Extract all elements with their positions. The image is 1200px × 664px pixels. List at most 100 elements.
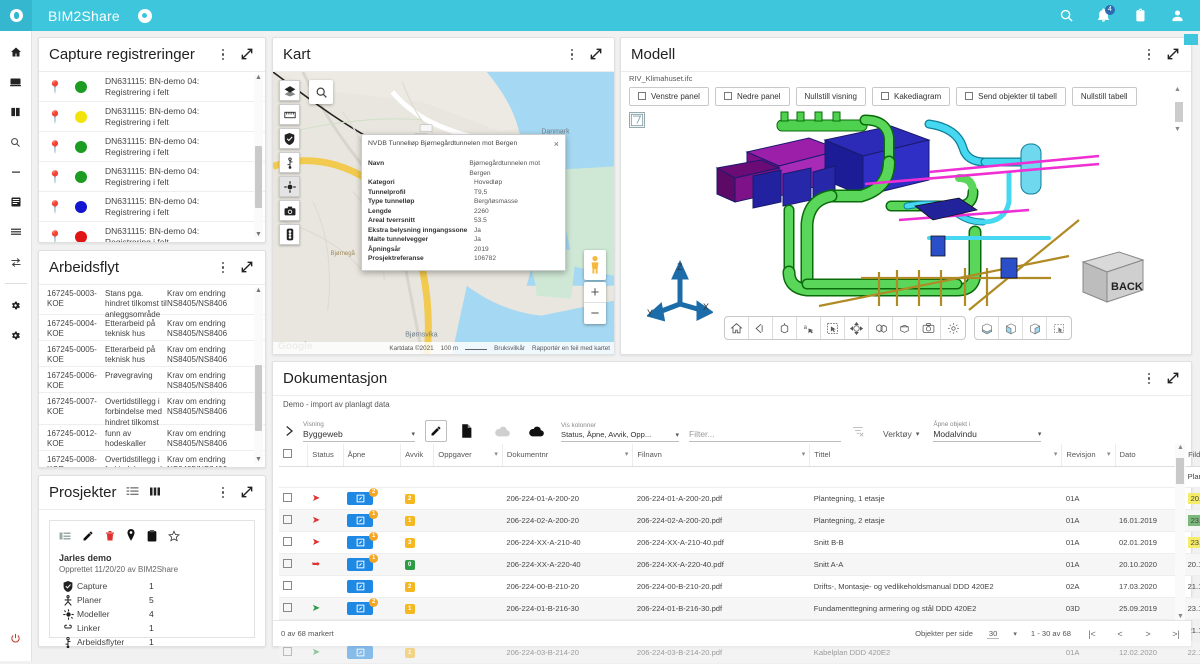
chevron-down-icon[interactable]: ▾ [1038, 430, 1042, 438]
table-row[interactable]: 167245-0004-KOE Etterarbeid på teknisk h… [39, 315, 265, 341]
row-checkbox-cell[interactable] [279, 531, 308, 554]
project-stat-modeller[interactable]: Modeller 4 [59, 607, 245, 621]
select-all-header[interactable] [279, 444, 309, 467]
camera-icon[interactable] [279, 200, 300, 221]
scroll-down-arrow[interactable]: ▼ [1174, 126, 1181, 133]
row-checkbox-cell[interactable] [279, 597, 308, 620]
first-page-button[interactable]: |< [1085, 629, 1099, 639]
chevron-down-icon[interactable]: ▾ [916, 430, 920, 438]
model-icon[interactable] [279, 176, 300, 197]
table-row[interactable]: ➤ 1 1 206-224-02-A-200-20 206-224-02-A-2… [279, 509, 1200, 532]
send-objekter-til-tabell-button[interactable]: Send objekter til tabell [956, 86, 1066, 106]
account-icon[interactable] [1169, 7, 1186, 24]
row-open-cell[interactable] [343, 575, 401, 598]
chevron-down-icon[interactable]: ▾ [625, 450, 629, 458]
document-button[interactable] [455, 420, 477, 442]
apne-objekt-select[interactable]: Åpne objekt i Modalvindu ▾ [933, 421, 1042, 442]
checkbox[interactable] [283, 602, 292, 612]
more-options-icon[interactable] [216, 260, 230, 276]
checkbox[interactable] [283, 492, 292, 502]
expand-icon[interactable] [240, 485, 255, 500]
nedre-panel-button[interactable]: Nedre panel [714, 86, 790, 106]
row-checkbox-cell[interactable] [279, 553, 308, 576]
row-open-cell[interactable]: 2 [343, 487, 401, 510]
open-button[interactable]: 1 [347, 509, 379, 527]
select-icon[interactable] [821, 317, 845, 339]
checkbox[interactable] [283, 580, 292, 590]
explode-icon[interactable] [869, 317, 893, 339]
more-options-icon[interactable] [1142, 47, 1156, 63]
row-open-cell[interactable]: 1 [343, 509, 401, 532]
right-panel-toggle[interactable] [1184, 34, 1198, 45]
per-page-value[interactable]: 30 [986, 629, 1000, 639]
scroll-down-arrow[interactable]: ▼ [1177, 613, 1184, 620]
checkbox[interactable] [283, 646, 292, 656]
open-button[interactable]: 2 [347, 487, 379, 505]
capture-list[interactable]: 📍 DN631115: BN-demo 04: Registrering i fe… [39, 72, 265, 242]
chevron-right-icon[interactable] [279, 420, 299, 442]
chevron-down-icon[interactable]: ▾ [1013, 630, 1017, 638]
shield-icon[interactable] [279, 128, 300, 149]
expand-icon[interactable] [240, 260, 255, 275]
venstre-panel-button[interactable]: Venstre panel [629, 86, 709, 106]
nullstill-tabell-button[interactable]: Nullstill tabell [1071, 86, 1137, 106]
expand-icon[interactable] [1166, 371, 1181, 386]
col-apne[interactable]: Åpne [343, 444, 402, 467]
table-row[interactable]: ➥ 1 0 206-224-XX-A-220-40 206-224-XX-A-2… [279, 553, 1200, 576]
delete-icon[interactable] [105, 530, 115, 545]
capture-scrollbar[interactable]: ▲ ▼ [254, 74, 263, 238]
table-row[interactable]: 167245-0006-KOE Prøvegraving Krav om end… [39, 367, 265, 393]
close-icon[interactable]: × [554, 140, 559, 149]
more-options-icon[interactable] [216, 47, 230, 63]
row-checkbox-cell[interactable] [279, 487, 308, 510]
list-item[interactable]: 📍 DN631115: BN-demo 04: Registrering i fe… [39, 162, 265, 192]
chevron-down-icon[interactable]: ▾ [411, 430, 415, 438]
project-stat-capture[interactable]: Capture 1 [59, 579, 245, 593]
checkbox[interactable] [881, 92, 889, 100]
location-icon[interactable] [126, 529, 136, 545]
col-fildato[interactable]: Fildato▾ [1183, 444, 1200, 467]
row-open-cell[interactable]: 1 [343, 553, 401, 576]
col-oppgaver[interactable]: Oppgaver ▾ [433, 444, 503, 467]
clipboard-icon[interactable] [147, 529, 157, 545]
sidebar-item-transfer[interactable] [0, 247, 32, 277]
col-dokumentnr[interactable]: Dokumentnr ▾ [502, 444, 634, 467]
project-stat-arbeidsflyter[interactable]: Arbeidsflyter 1 [59, 635, 245, 649]
table-row[interactable]: ➤ 2 2 206-224-01-A-200-20 206-224-01-A-2… [279, 487, 1200, 510]
list-item[interactable]: 📍 DN631115: BN-demo 04: Registrering i fe… [39, 72, 265, 102]
project-stat-linker[interactable]: Linker 1 [59, 621, 245, 635]
open-button[interactable]: 1 [347, 553, 379, 571]
sidebar-item-minus[interactable] [0, 157, 32, 187]
more-options-icon[interactable] [1142, 371, 1156, 387]
section-icon[interactable] [893, 317, 917, 339]
chevron-down-icon[interactable]: ▾ [1054, 450, 1058, 458]
col-tittel[interactable]: Tittel ▾ [809, 444, 1063, 467]
checkbox[interactable] [283, 536, 292, 546]
visning-select[interactable]: Visning Byggeweb ▾ [303, 421, 415, 442]
workflow-icon[interactable] [279, 152, 300, 173]
orbit-icon[interactable] [845, 317, 869, 339]
scroll-up-arrow[interactable]: ▲ [255, 287, 262, 294]
map-canvas[interactable]: Danmark Kadettangen Sandviksvassdraget B… [273, 72, 614, 354]
model-scrollbar[interactable]: ▲ ▼ [1173, 86, 1185, 346]
list-item[interactable]: 📍 DN631115: BN-demo 04: Registrering i fe… [39, 102, 265, 132]
favorite-icon[interactable] [168, 529, 180, 545]
scroll-up-arrow[interactable]: ▲ [255, 74, 262, 81]
vis-kolonner-select[interactable]: Vis kolonner Status, Åpne, Avvik, Opp...… [561, 422, 679, 442]
table-row[interactable]: 167245-0012-KOE funn av hodeskaller Krav… [39, 425, 265, 451]
expand-icon[interactable] [240, 47, 255, 62]
table-row[interactable]: 167245-0005-KOE Etterarbeid på teknisk h… [39, 341, 265, 367]
scroll-thumb[interactable] [255, 365, 262, 431]
elevation-view-icon[interactable] [999, 317, 1023, 339]
sidebar-item-dashboard[interactable] [0, 67, 32, 97]
project-card[interactable]: Jarles demo Opprettet 11/20/20 av BIM2Sh… [49, 520, 255, 648]
zoom-in-button[interactable]: + [584, 282, 606, 303]
sidebar-item-table[interactable] [0, 217, 32, 247]
expand-icon[interactable] [589, 47, 604, 62]
chevron-down-icon[interactable]: ▾ [1107, 450, 1111, 458]
next-page-button[interactable]: > [1141, 629, 1155, 639]
chevron-down-icon[interactable]: ▾ [494, 450, 498, 458]
grid-view-icon[interactable] [149, 486, 161, 500]
row-checkbox-cell[interactable] [279, 575, 308, 598]
table-row[interactable]: ➤ 2 1 206-224-01-B-216-30 206-224-01-B-2… [279, 597, 1200, 620]
